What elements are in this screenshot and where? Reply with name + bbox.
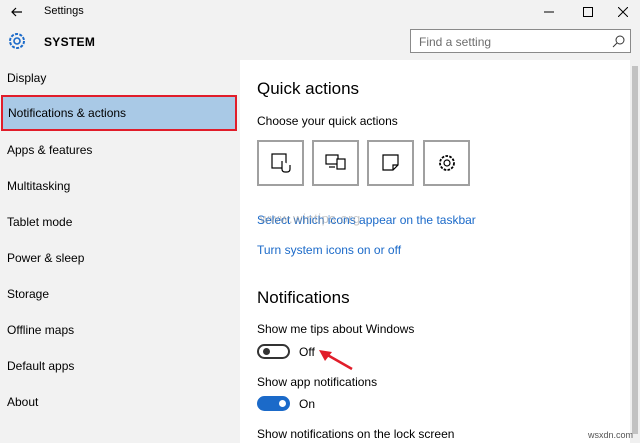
sidebar-item-display[interactable]: Display: [0, 60, 238, 96]
quick-action-note[interactable]: [367, 140, 414, 186]
tips-toggle[interactable]: [257, 344, 290, 359]
sidebar-item-offline-maps[interactable]: Offline maps: [0, 312, 238, 348]
sidebar-item-apps[interactable]: Apps & features: [0, 132, 238, 168]
close-icon: [618, 7, 628, 17]
search-input[interactable]: Find a setting: [410, 29, 631, 53]
minimize-icon: [544, 11, 554, 13]
window-title: Settings: [44, 5, 84, 17]
quick-actions-heading: Quick actions: [257, 79, 360, 98]
quick-action-settings[interactable]: [423, 140, 470, 186]
sidebar-item-storage[interactable]: Storage: [0, 276, 238, 312]
sidebar-item-about[interactable]: About: [0, 384, 238, 420]
tablet-mode-icon: [270, 153, 291, 173]
app-notifications-label: Show app notifications: [257, 375, 378, 389]
back-arrow-icon: [11, 7, 22, 17]
tips-label: Show me tips about Windows: [257, 322, 415, 336]
sidebar: Display Notifications & actions Apps & f…: [0, 60, 240, 443]
scrollbar-thumb[interactable]: [632, 66, 638, 434]
toggle-knob: [263, 348, 270, 355]
settings-icon: [438, 155, 455, 171]
note-icon: [381, 154, 399, 171]
quick-action-project[interactable]: [312, 140, 359, 186]
back-button[interactable]: [0, 0, 34, 24]
main-content: Quick actions Choose your quick actions …: [240, 60, 630, 443]
sidebar-item-multitasking[interactable]: Multitasking: [0, 168, 238, 204]
quick-actions-subheading: Choose your quick actions: [257, 114, 398, 128]
quick-action-tablet-mode[interactable]: [257, 140, 304, 186]
system-icons-link[interactable]: Turn system icons on or off: [257, 243, 401, 257]
minimize-button[interactable]: [532, 0, 566, 24]
app-notifications-toggle-state: On: [299, 397, 316, 411]
sidebar-item-power[interactable]: Power & sleep: [0, 240, 238, 276]
section-title: SYSTEM: [44, 35, 96, 49]
lock-screen-label: Show notifications on the lock screen: [257, 427, 455, 441]
project-icon: [324, 154, 346, 170]
maximize-icon: [583, 7, 593, 17]
tips-toggle-state: Off: [299, 345, 315, 359]
red-arrow-icon: [319, 350, 353, 371]
sidebar-item-tablet-mode[interactable]: Tablet mode: [0, 204, 238, 240]
search-placeholder: Find a setting: [419, 35, 492, 49]
close-button[interactable]: [606, 0, 640, 24]
maximize-button[interactable]: [571, 0, 605, 24]
search-icon[interactable]: [612, 34, 626, 48]
site-watermark: wsxdn.com: [588, 430, 634, 440]
watermark: www.wintips.org: [260, 211, 361, 226]
toggle-knob: [279, 400, 286, 407]
app-notifications-toggle[interactable]: [257, 396, 290, 411]
notifications-heading: Notifications: [257, 288, 350, 307]
sidebar-item-default-apps[interactable]: Default apps: [0, 348, 238, 384]
gear-icon: [9, 33, 25, 49]
sidebar-item-notifications[interactable]: Notifications & actions: [1, 95, 237, 131]
settings-header: SYSTEM Find a setting: [0, 24, 640, 60]
title-bar: Settings: [0, 0, 640, 24]
